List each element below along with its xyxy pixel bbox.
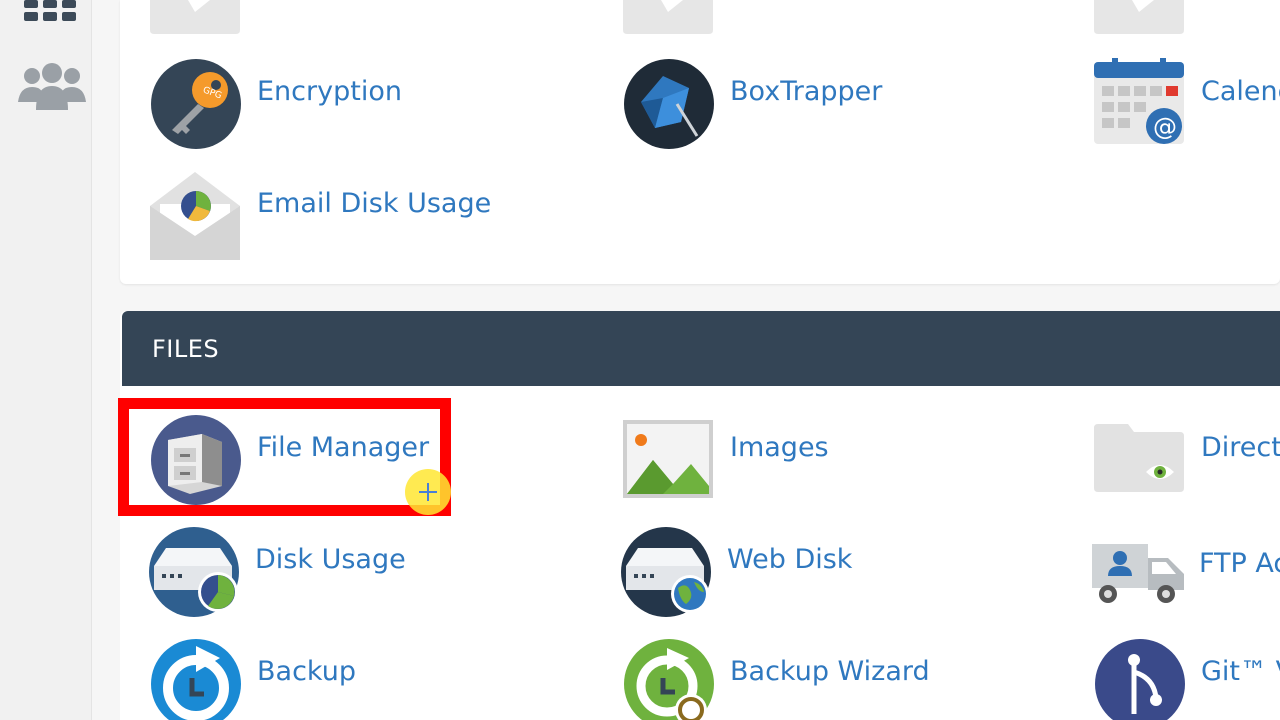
calendars-label: Calenc	[1201, 76, 1280, 107]
email-disk-usage-label: Email Disk Usage	[257, 188, 492, 219]
directory-privacy-icon	[1094, 424, 1186, 516]
disk-usage-icon	[148, 526, 240, 618]
calendars-link[interactable]: @ Calenc	[1094, 58, 1280, 154]
boxtrapper-label: BoxTrapper	[730, 76, 883, 107]
disk-usage-link[interactable]: Disk Usage	[148, 526, 568, 622]
users-icon[interactable]	[18, 62, 86, 117]
highlight-box	[118, 398, 451, 516]
backup-icon	[150, 638, 242, 720]
ftp-accounts-icon	[1092, 540, 1184, 632]
encryption-link[interactable]: GPG Encryption	[150, 58, 570, 154]
cursor-pointer-icon	[405, 469, 451, 515]
backup-wizard-link[interactable]: Backup Wizard	[623, 638, 1043, 720]
backup-link[interactable]: Backup	[150, 638, 570, 720]
cutoff-icon-1[interactable]	[150, 0, 240, 34]
encryption-label: Encryption	[257, 76, 402, 107]
backup-label: Backup	[257, 656, 356, 687]
calendar-icon: @	[1094, 58, 1186, 150]
svg-text:@: @	[1153, 113, 1177, 141]
git-version-control-link[interactable]: Git™ V	[1094, 638, 1280, 720]
directory-privacy-label: Directo	[1201, 432, 1280, 463]
email-disk-usage-link[interactable]: Email Disk Usage	[150, 170, 570, 266]
web-disk-link[interactable]: Web Disk	[620, 526, 1040, 622]
images-icon	[623, 420, 715, 512]
backup-wizard-icon	[623, 638, 715, 720]
ftp-accounts-label: FTP Ac	[1199, 548, 1280, 579]
grid-icon[interactable]	[24, 0, 78, 27]
boxtrapper-link[interactable]: BoxTrapper	[623, 58, 1043, 154]
backup-wizard-label: Backup Wizard	[730, 656, 930, 687]
images-label: Images	[730, 432, 829, 463]
files-section-header[interactable]: FILES	[122, 311, 1280, 386]
images-link[interactable]: Images	[623, 420, 1043, 516]
section-title: FILES	[152, 335, 220, 363]
ftp-accounts-link[interactable]: FTP Ac	[1092, 540, 1280, 636]
web-disk-icon	[620, 526, 712, 618]
web-disk-label: Web Disk	[727, 544, 853, 575]
sidebar	[0, 0, 92, 720]
encryption-key-icon: GPG	[150, 58, 242, 150]
git-version-control-icon	[1094, 638, 1186, 720]
email-disk-usage-icon	[150, 170, 242, 262]
git-version-control-label: Git™ V	[1201, 656, 1280, 687]
boxtrapper-icon	[623, 58, 715, 150]
directory-privacy-link[interactable]: Directo	[1094, 424, 1280, 520]
cutoff-icon-2[interactable]	[623, 0, 713, 34]
cutoff-icon-3[interactable]	[1094, 0, 1184, 34]
disk-usage-label: Disk Usage	[255, 544, 406, 575]
